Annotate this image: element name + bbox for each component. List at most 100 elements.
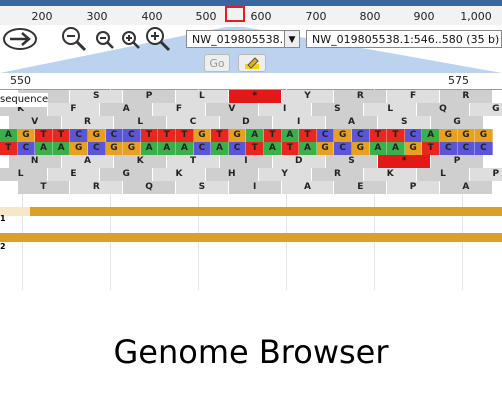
forward-strand-row: AGTTCGCCTTTGTGATATCGCTTCAGGG [0,129,502,142]
ruler-tick: 700 [305,10,327,23]
nucleotide-cell: G [316,142,335,155]
pan-arrow-icon[interactable] [2,27,38,51]
nucleotide-cell: G [17,129,36,142]
chevron-down-icon: ▼ [284,31,299,47]
amino-acid-cell: R [70,181,124,194]
nucleotide-cell: A [140,142,159,155]
nucleotide-cell: T [422,142,440,155]
amino-acid-cell: D [220,116,273,129]
nucleotide-cell: A [176,142,194,155]
amino-acid-cell: G [100,168,154,181]
amino-acid-cell: R [334,90,388,103]
location-input-value: NW_019805538.1:546..580 (35 b) [312,33,500,46]
amino-acid-cell: D [272,155,326,168]
nucleotide-cell: A [0,129,18,142]
translation-row-fwd-1: S P L * Y R F R [0,90,502,103]
amino-acid-cell: H [205,168,259,181]
overview-ruler[interactable]: 200 300 400 500 600 700 800 900 1,000 [0,6,502,26]
amino-acid-cell: P [123,90,176,103]
scale-position-label: 550 [10,74,31,87]
amino-acid-cell: K [153,168,206,181]
translation-row-fwd-2: KFAFVISLQG [0,103,502,116]
go-button[interactable]: Go [204,54,230,72]
sequence-track-area[interactable]: S P L * Y R F R KFAFVISLQG VRLCDIASG AGTTCGCCTT… [0,89,502,289]
nucleotide-cell: A [299,142,317,155]
nucleotide-cell: A [369,142,388,155]
amino-acid-cell: Y [258,168,312,181]
amino-acid-cell: F [387,90,440,103]
nucleotide-cell: C [123,129,141,142]
amino-acid-cell: E [334,181,388,194]
amino-acid-cell: G [431,116,484,129]
amino-acid-cell: K [364,168,418,181]
amino-acid-cell: I [220,155,273,168]
nucleotide-cell: C [404,129,423,142]
amino-acid-cell: F [153,103,206,116]
nucleotide-cell: C [70,129,88,142]
nucleotide-cell: G [88,129,106,142]
nucleotide-cell: G [123,142,141,155]
amino-acid-cell: K [114,155,168,168]
current-view-marker[interactable] [225,6,245,22]
ruler-tick: 500 [195,10,217,23]
nucleotide-cell: T [140,129,159,142]
amino-acid-cell: R [440,90,493,103]
nucleotide-cell: A [281,129,300,142]
amino-acid-cell: C [167,116,220,129]
nucleotide-cell: G [193,129,212,142]
nucleotide-cell: T [176,129,194,142]
translation-row-fwd-3: VRLCDIASG [0,116,502,129]
zoom-out-large-icon[interactable] [60,25,88,53]
nucleotide-cell: C [228,142,247,155]
nucleotide-cell: C [316,129,335,142]
ruler-tick: 400 [141,10,163,23]
track-label-sequence[interactable]: sequence [0,93,48,107]
zoom-out-small-icon[interactable] [94,29,116,51]
amino-acid-cell: V [205,103,259,116]
amino-acid-cell: P [469,168,502,181]
nucleotide-cell: A [158,142,176,155]
nucleotide-cell: A [52,142,71,155]
ruler-tick: 600 [250,10,272,23]
nucleotide-cell: G [352,142,370,155]
nucleotide-cell: C [105,129,124,142]
nucleotide-cell: T [211,129,229,142]
amino-acid-cell: N [8,155,62,168]
highlight-button[interactable] [238,54,266,72]
nucleotide-cell: A [35,142,53,155]
zoom-in-large-icon[interactable] [144,25,172,53]
amino-acid-cell: V [8,116,62,129]
nucleotide-cell: T [387,129,405,142]
nucleotide-cell: T [0,142,18,155]
nucleotide-cell: C [352,129,370,142]
nucleotide-cell: T [52,129,71,142]
amino-acid-cell: Q [123,181,176,194]
nucleotide-cell: G [334,129,352,142]
translation-row-rev-2: LEGKHYRKLP [0,168,502,181]
amino-acid-cell: L [0,168,48,181]
feature-bar[interactable] [30,207,502,216]
feature-bar[interactable] [0,233,502,242]
caption-title: Genome Browser [113,333,389,371]
location-input[interactable]: NW_019805538.1:546..580 (35 b) [306,30,502,48]
amino-acid-cell: S [70,90,124,103]
amino-acid-cell: R [61,116,115,129]
amino-acid-cell: Q [417,103,470,116]
nucleotide-cell: G [70,142,88,155]
translation-row-rev-1: N A K T I D S * P [0,155,502,168]
chromosome-select[interactable]: NW_019805538.1 ▼ [186,30,300,48]
amino-acid-cell: S [176,181,229,194]
amino-acid-cell: * [378,155,432,168]
nucleotide-cell: T [264,129,282,142]
position-scale: 550 575 [0,73,502,90]
amino-acid-cell: * [228,90,282,103]
zoom-in-small-icon[interactable] [120,29,142,51]
amino-acid-cell: A [281,181,335,194]
nucleotide-cell: G [404,142,423,155]
nucleotide-cell: C [193,142,212,155]
nucleotide-cell: G [475,129,493,142]
nucleotide-cell: T [369,129,388,142]
amino-acid-cell: Y [281,90,335,103]
amino-acid-cell: A [440,181,493,194]
scale-position-label: 575 [448,74,469,87]
